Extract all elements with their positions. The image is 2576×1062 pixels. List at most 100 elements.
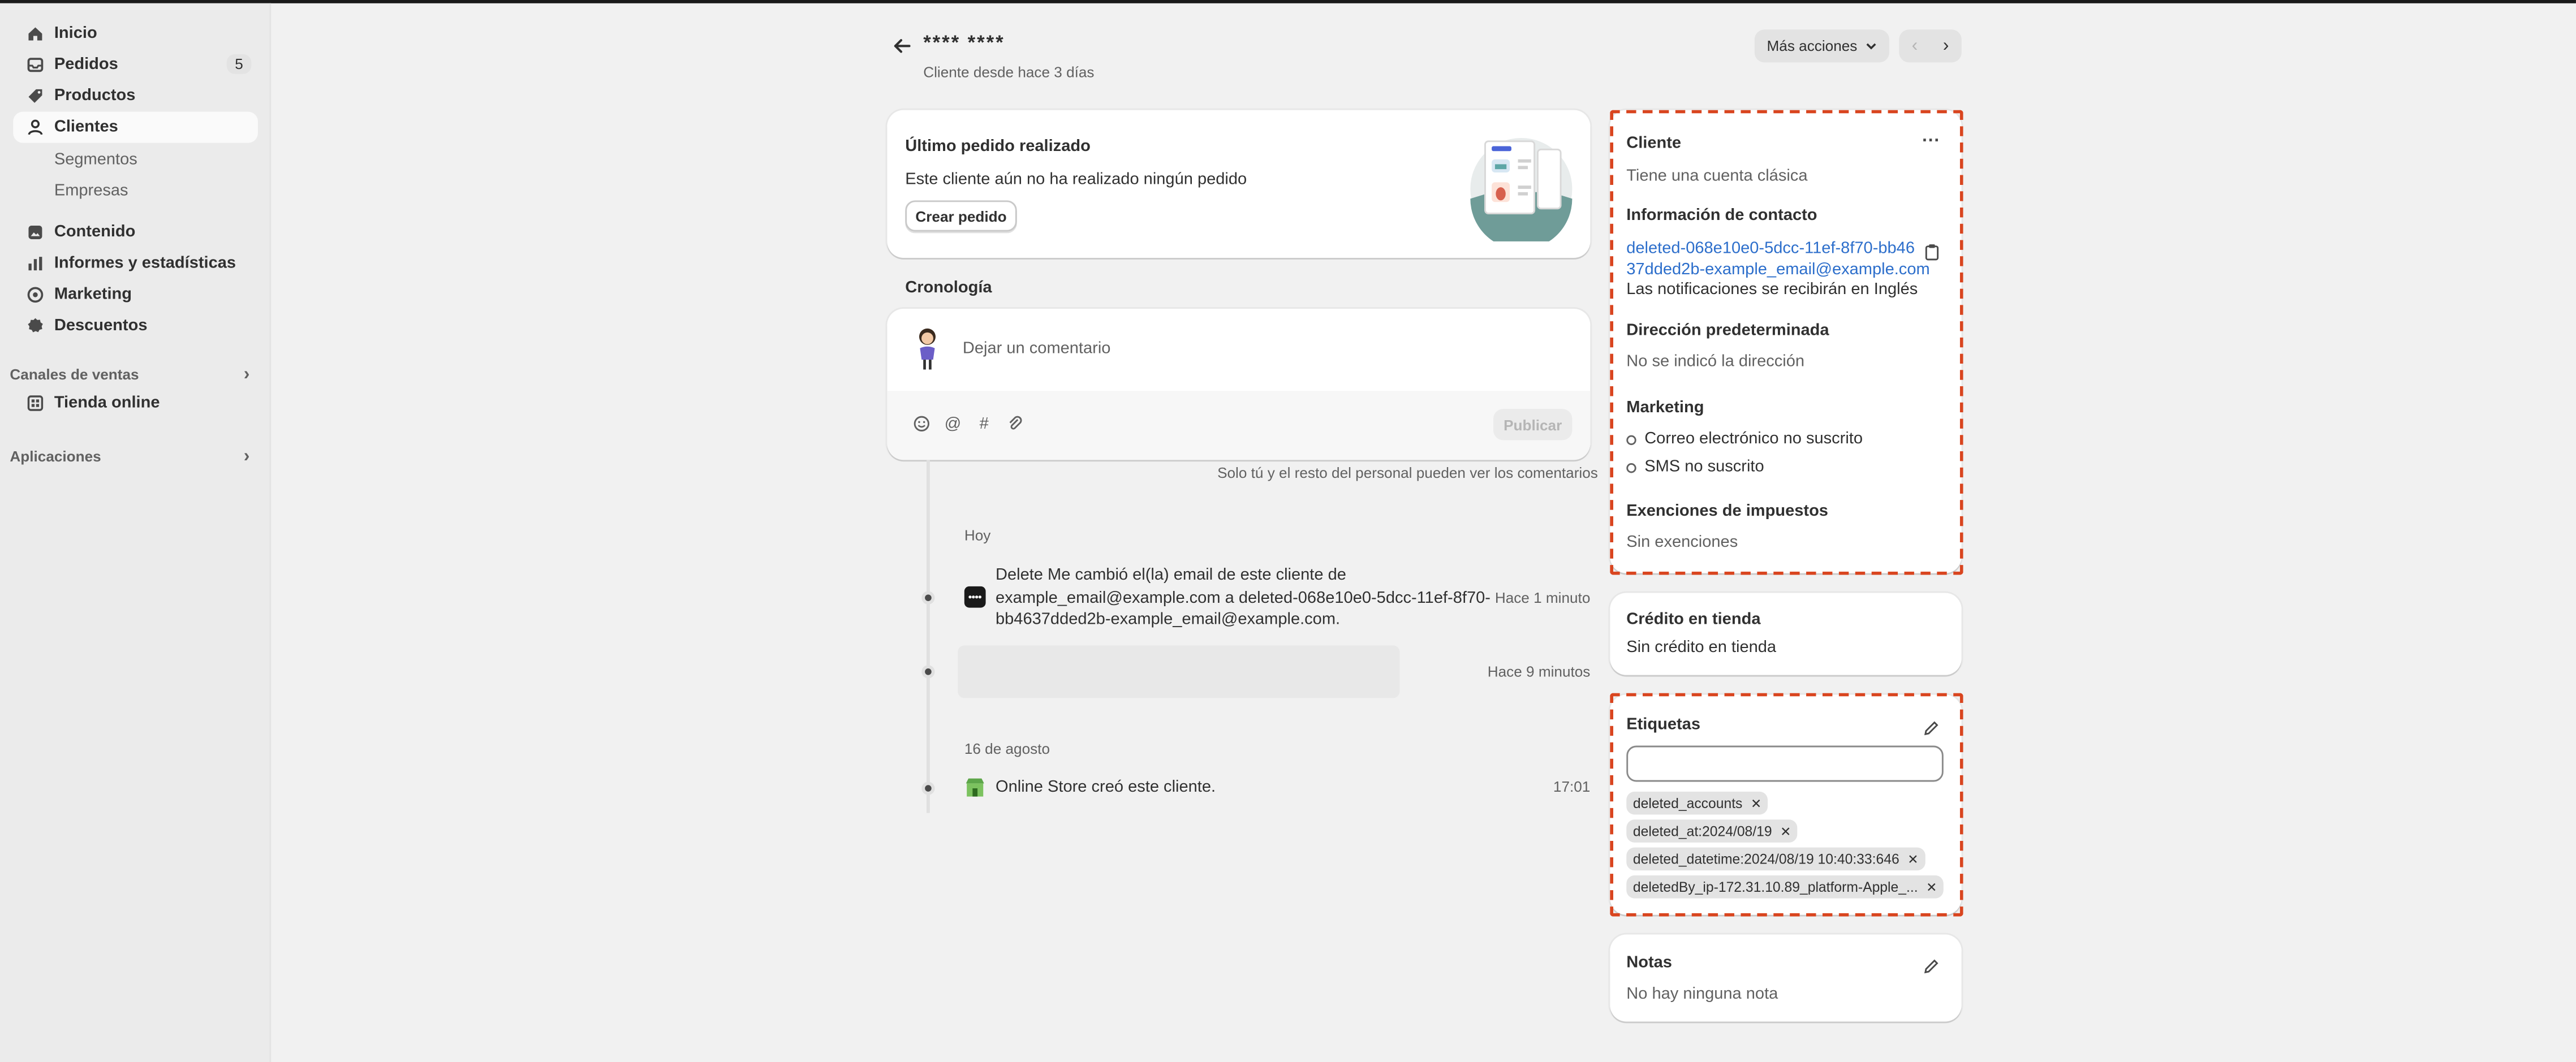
notification-language: Las notificaciones se recibirán en Inglé… [1626,280,1918,299]
chevron-right-icon: › [243,364,250,385]
edit-notes-pencil-icon[interactable] [1922,954,1940,974]
arrow-left-icon [894,39,911,53]
more-actions-button[interactable]: Más acciones [1754,29,1889,63]
content-icon [26,223,44,241]
sidebar-item-segmentos[interactable]: Segmentos [54,151,137,169]
sidebar-item-marketing[interactable]: Marketing [13,279,258,310]
notes-text: No hay ninguna nota [1626,985,1778,1004]
more-actions-label: Más acciones [1767,37,1858,54]
mention-icon[interactable]: @ [945,415,961,433]
sidebar-item-clientes[interactable]: Clientes [13,111,258,143]
sidebar-item-label: Clientes [54,118,118,137]
sidebar-item-label: Marketing [54,286,132,304]
sidebar-item-label: Informes y estadísticas [54,254,236,273]
notes-card [1610,934,1962,1022]
create-order-button[interactable]: Crear pedido [905,200,1017,232]
tag-chip: deleted_accounts ✕ [1626,791,1769,815]
apps-section[interactable]: Aplicaciones › [10,447,258,467]
comment-visibility-note: Solo tú y el resto del personal pueden v… [1217,464,1598,481]
timeline-event-email-change: Delete Me cambió el(la) email de este cl… [996,565,1491,632]
tag-label: deleted_datetime:2024/08/19 10:40:33:646 [1632,851,1899,867]
publish-button[interactable]: Publicar [1493,409,1573,441]
timeline-date-august: 16 de agosto [964,740,1050,757]
sidebar-item-contenido[interactable]: Contenido [13,217,258,248]
default-address: No se indicó la dirección [1626,353,1805,372]
default-address-title: Dirección predeterminada [1626,322,1829,340]
email-marketing-status: Correo electrónico no suscrito [1644,430,1863,448]
person-icon [26,118,44,136]
timeline-dot [921,591,935,605]
composer-tools: @ # [914,415,1024,433]
online-store-icon [964,777,986,798]
more-options-icon[interactable]: ··· [1922,131,1940,151]
sidebar-item-label: Inicio [54,24,97,43]
status-circle-icon [1626,435,1636,446]
timeline-event-created: Online Store creó este cliente. [996,778,1216,797]
store-credit-card [1610,593,1962,675]
sidebar-item-label: Pedidos [54,55,118,74]
customer-email-link[interactable]: deleted-068e10e0-5dcc-11ef-8f70-bb46 [1626,240,1915,258]
delete-me-app-icon [964,586,986,608]
redacted-event [958,645,1400,698]
tags-title: Etiquetas [1626,716,1700,735]
section-label: Canales de ventas [10,366,139,383]
next-customer-button[interactable]: › [1931,29,1962,62]
edit-tags-pencil-icon[interactable] [1922,716,1940,736]
sidebar-item-tienda-online[interactable]: Tienda online [13,387,258,418]
customer-email-link-continued[interactable]: 37dded2b-example_email@example.com [1626,261,1929,279]
tag-chip: deletedBy_ip-172.31.10.89_platform-Apple… [1626,875,1944,899]
target-icon [26,286,44,304]
hashtag-icon[interactable]: # [976,415,992,433]
timeline-title: Cronología [905,279,992,297]
attachment-icon[interactable] [1007,416,1023,432]
customer-pager: ‹ › [1899,29,1962,63]
tax-exemptions-title: Exenciones de impuestos [1626,502,1828,521]
event-time: Hace 1 minuto [1494,589,1591,606]
tag-label: deleted_accounts [1632,795,1743,811]
sales-channels-section[interactable]: Canales de ventas › [10,365,258,385]
empty-orders-illustration [1468,136,1574,250]
chevron-down-icon [1866,43,1876,50]
comment-input[interactable]: Dejar un comentario [963,340,1111,358]
customer-card-title: Cliente [1626,135,1682,153]
home-icon [26,25,44,43]
sidebar-item-informes[interactable]: Informes y estadísticas [13,248,258,279]
store-icon [26,394,44,412]
sms-marketing-status: SMS no suscrito [1644,458,1764,477]
status-circle-icon [1626,463,1636,473]
remove-tag-icon[interactable]: ✕ [1780,824,1791,839]
sidebar-item-label: Tienda online [54,394,160,412]
page-title: **** **** [923,31,1005,54]
sidebar-item-pedidos[interactable]: Pedidos 5 [13,49,258,80]
remove-tag-icon[interactable]: ✕ [1907,852,1918,866]
emoji-icon[interactable] [914,416,930,432]
copy-icon[interactable] [1924,240,1940,261]
orders-count-badge: 5 [226,54,252,74]
previous-customer-button[interactable]: ‹ [1899,29,1930,62]
store-credit-text: Sin crédito en tienda [1626,638,1777,657]
sidebar-item-productos[interactable]: Productos [13,80,258,111]
sidebar-item-label: Descuentos [54,317,148,335]
event-time: 17:01 [1553,778,1591,795]
last-order-title: Último pedido realizado [905,137,1091,156]
remove-tag-icon[interactable]: ✕ [1751,796,1761,810]
inbox-icon [26,56,44,74]
tags-input[interactable] [1626,745,1944,782]
event-text-line: bb4637dded2b-example_email@example.com. [996,611,1341,629]
sidebar-item-inicio[interactable]: Inicio [13,18,258,49]
contact-info-title: Información de contacto [1626,206,1817,225]
app-window: Inicio Pedidos 5 Productos Clientes Segm… [0,0,2576,1062]
tag-icon [26,87,44,105]
timeline-date-today: Hoy [964,527,991,544]
timeline-line [927,460,930,813]
sidebar: Inicio Pedidos 5 Productos Clientes Segm… [0,3,272,1062]
sidebar-item-empresas[interactable]: Empresas [54,182,128,200]
timeline-dot [921,782,935,795]
marketing-title: Marketing [1626,399,1704,417]
remove-tag-icon[interactable]: ✕ [1926,879,1937,894]
section-label: Aplicaciones [10,448,101,465]
sidebar-item-label: Contenido [54,223,136,241]
avatar [914,325,941,371]
back-button[interactable] [889,33,915,59]
sidebar-item-descuentos[interactable]: Descuentos [13,310,258,342]
